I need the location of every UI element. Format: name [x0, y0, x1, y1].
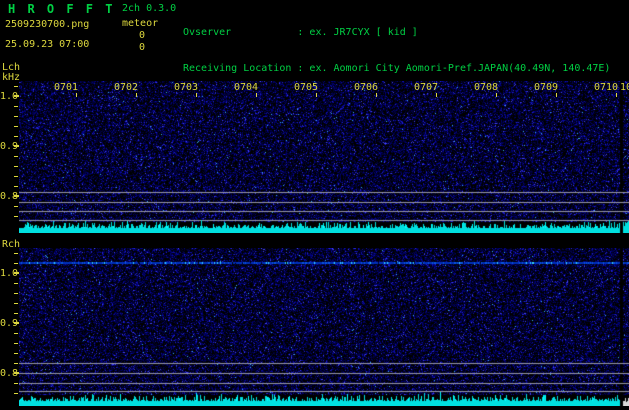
datetime-label: 25.09.23 07:00: [5, 39, 90, 50]
freq-tick-major: [14, 372, 19, 374]
freq-tick-minor: [14, 333, 18, 334]
freq-tick-minor: [14, 263, 18, 264]
app-title: H R O F F T: [8, 2, 115, 16]
freq-tick-minor: [14, 126, 18, 127]
time-tick: [556, 93, 557, 97]
time-label-partial: 10: [620, 82, 629, 93]
time-tick: [496, 93, 497, 97]
freq-tick-minor: [14, 313, 18, 314]
time-label: 0708: [474, 82, 499, 93]
time-label: 0710: [594, 82, 619, 93]
freq-tick-minor: [14, 293, 18, 294]
freq-tick-major: [14, 272, 19, 274]
freq-tick-minor: [14, 206, 18, 207]
freq-tick-minor: [14, 186, 18, 187]
output-filename: 2509230700.png: [5, 19, 90, 30]
time-tick: [136, 93, 137, 97]
freq-tick-minor: [14, 343, 18, 344]
meteor-count-top: 0: [138, 30, 145, 41]
time-tick: [376, 93, 377, 97]
freq-tick-minor: [14, 253, 18, 254]
rch-spectrogram: [19, 248, 629, 406]
freq-tick-major: [14, 195, 19, 197]
lch-spectrogram: [19, 81, 629, 233]
time-tick: [196, 93, 197, 97]
time-label: 0705: [294, 82, 319, 93]
freq-tick-minor: [14, 216, 18, 217]
time-tick: [436, 93, 437, 97]
freq-tick-minor: [14, 106, 18, 107]
info-line-observer: Ovserver : ex. JR7CYX [ kid ]: [183, 27, 418, 38]
freq-tick-minor: [14, 166, 18, 167]
freq-tick-major: [14, 322, 19, 324]
freq-tick-minor: [14, 353, 18, 354]
freq-tick-minor: [14, 156, 18, 157]
time-label: 0704: [234, 82, 259, 93]
time-label: 0702: [114, 82, 139, 93]
hrofft-window: H R O F F T 2ch 0.3.0 2509230700.png met…: [0, 0, 629, 410]
time-tick: [316, 93, 317, 97]
freq-tick-minor: [14, 116, 18, 117]
freq-tick-minor: [14, 363, 18, 364]
freq-tick-minor: [14, 176, 18, 177]
time-tick: [256, 93, 257, 97]
time-label: 0701: [54, 82, 79, 93]
info-line-location: Receiving Location : ex. Aomori City Aom…: [183, 63, 611, 74]
freq-tick-minor: [14, 283, 18, 284]
freq-tick-major: [14, 145, 19, 147]
time-label: 0706: [354, 82, 379, 93]
freq-tick-major: [14, 95, 19, 97]
time-label: 0707: [414, 82, 439, 93]
khz-unit-label: kHz: [2, 72, 21, 83]
meteor-count-bottom: 0: [138, 42, 145, 53]
freq-tick-minor: [14, 303, 18, 304]
time-label: 0703: [174, 82, 199, 93]
app-version: 2ch 0.3.0: [122, 3, 177, 14]
mode-label: meteor: [122, 18, 159, 29]
time-label: 0709: [534, 82, 559, 93]
freq-tick-minor: [14, 86, 18, 87]
freq-tick-minor: [14, 136, 18, 137]
time-tick: [76, 93, 77, 97]
rch-panel-label: Rch: [2, 239, 21, 250]
freq-tick-minor: [14, 383, 18, 384]
time-tick: [616, 93, 617, 97]
freq-tick-minor: [14, 393, 18, 394]
